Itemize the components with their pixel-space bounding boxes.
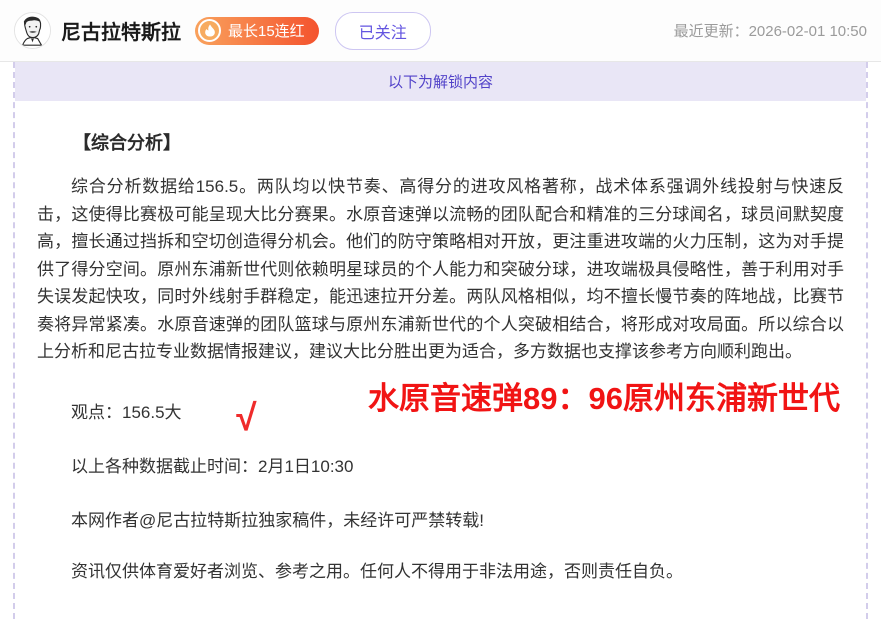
copyright-line: 本网作者@尼古拉特斯拉独家稿件，未经许可严禁转载! — [37, 506, 844, 531]
author-header: 尼古拉特斯拉 最长15连红 已关注 最近更新：2026-02-01 10:50 — [0, 0, 881, 62]
predicted-score: 水原音速弹89：96原州东浦新世代 — [334, 373, 840, 418]
followed-button[interactable]: 已关注 — [335, 12, 431, 50]
flame-icon — [198, 19, 221, 42]
unlocked-content-card: 以下为解锁内容 【综合分析】 综合分析数据给156.5。两队均以快节奏、高得分的… — [13, 62, 868, 619]
streak-badge: 最长15连红 — [195, 17, 319, 45]
portrait-sketch-icon — [15, 13, 50, 48]
section-title: 【综合分析】 — [37, 129, 844, 155]
last-updated-label: 最近更新：2026-02-01 10:50 — [674, 20, 867, 41]
analysis-paragraph: 综合分析数据给156.5。两队均以快节奏、高得分的进攻风格著称，战术体系强调外线… — [37, 173, 844, 366]
author-avatar[interactable] — [14, 12, 51, 49]
viewpoint-row: 观点：156.5大 √ 水原音速弹89：96原州东浦新世代 — [37, 398, 844, 423]
viewpoint-label: 观点：156.5大 — [71, 403, 182, 422]
data-cutoff-line: 以上各种数据截止时间：2月1日10:30 — [37, 452, 844, 477]
streak-badge-label: 最长15连红 — [228, 20, 305, 41]
author-name: 尼古拉特斯拉 — [61, 16, 181, 45]
disclaimer-line: 资讯仅供体育爱好者浏览、参考之用。任何人不得用于非法用途，否则责任自负。 — [37, 557, 844, 582]
unlock-banner: 以下为解锁内容 — [15, 62, 866, 101]
article-body: 【综合分析】 综合分析数据给156.5。两队均以快节奏、高得分的进攻风格著称，战… — [15, 101, 866, 582]
